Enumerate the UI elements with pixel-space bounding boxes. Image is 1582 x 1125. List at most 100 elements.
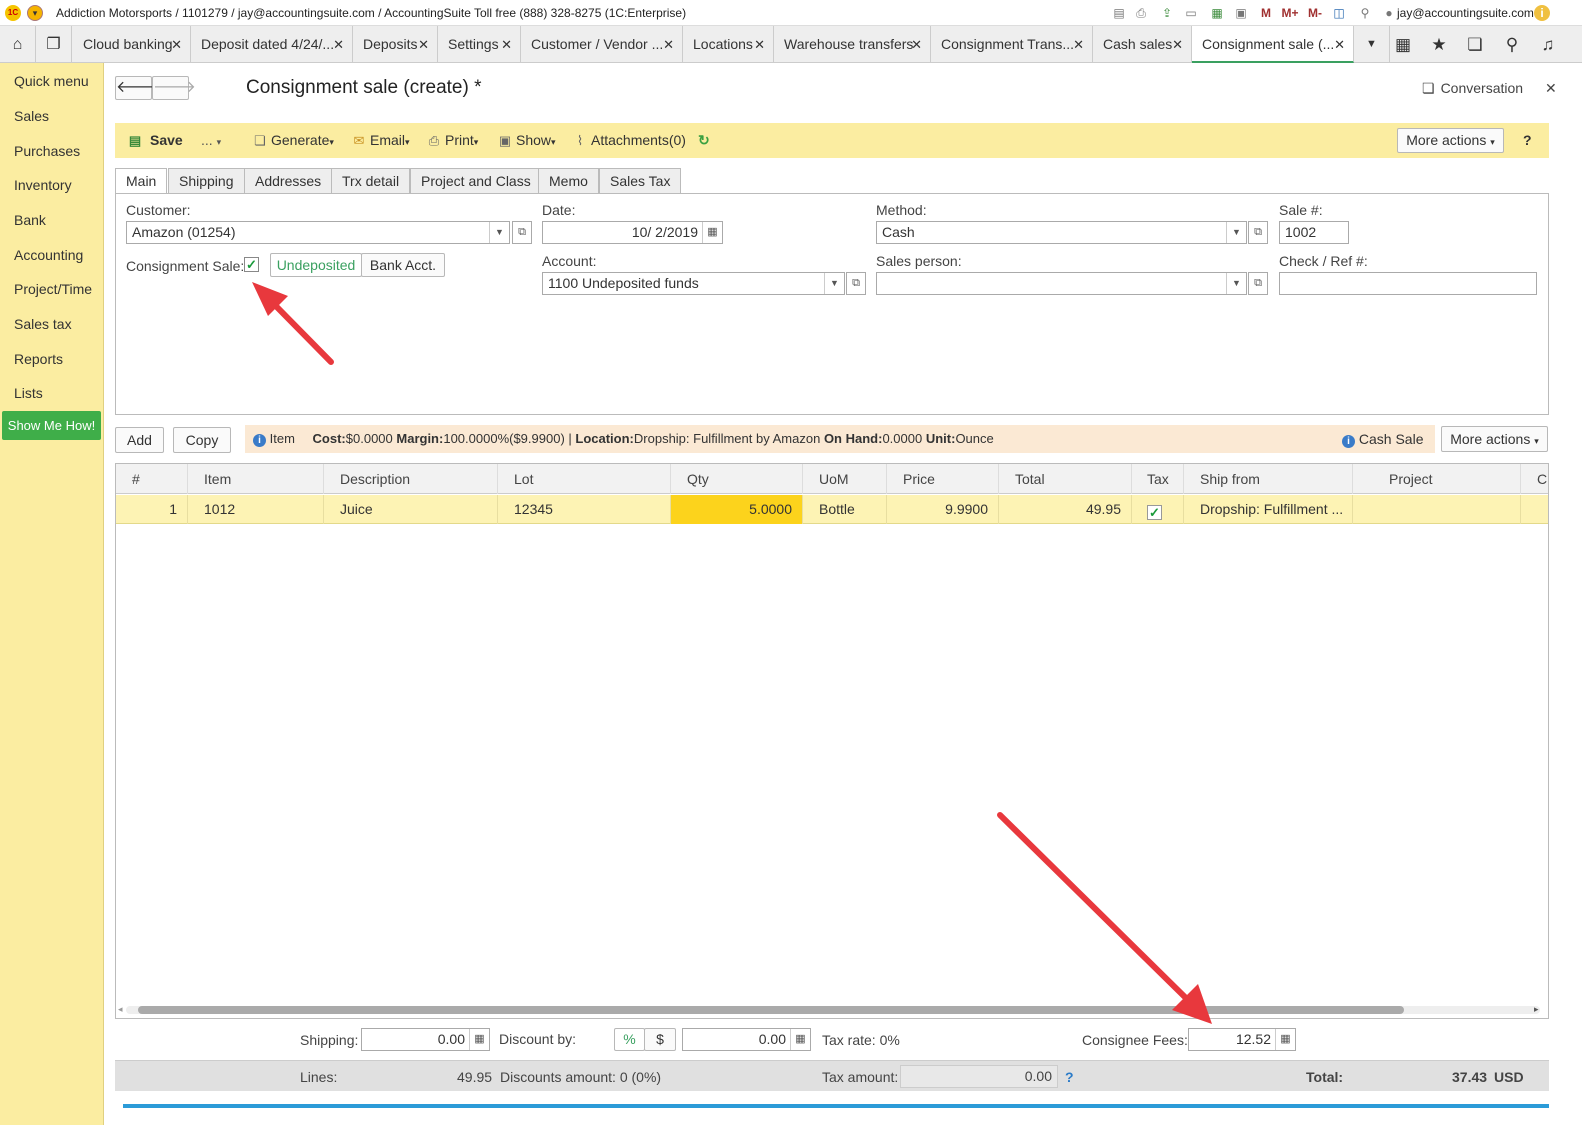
tab-warehouse-transfers[interactable]: Warehouse transfers ✕ xyxy=(774,26,931,63)
horizontal-scrollbar[interactable] xyxy=(126,1006,1540,1014)
conversation-button[interactable]: ❏ Conversation xyxy=(1422,80,1523,97)
sidebar-item-quick-menu[interactable]: Quick menu xyxy=(14,73,89,89)
chevron-down-icon[interactable]: ▼ xyxy=(1226,222,1246,243)
col-item[interactable]: Item xyxy=(188,464,324,494)
back-arrow-icon[interactable]: 🡐 xyxy=(115,76,159,100)
close-icon[interactable]: ✕ xyxy=(171,26,182,63)
tab-consignment-sale[interactable]: Consignment sale (... ✕ xyxy=(1192,26,1354,63)
sidebar-item-sales-tax[interactable]: Sales tax xyxy=(14,316,72,332)
generate-button[interactable]: ❏ Generate▾ xyxy=(252,132,334,149)
memory-mminus-button[interactable]: M- xyxy=(1305,5,1325,21)
cell-project[interactable] xyxy=(1353,495,1521,524)
tax-checkbox[interactable]: ✓ xyxy=(1147,505,1162,520)
cell-c[interactable] xyxy=(1521,495,1548,524)
tab-project-and-class[interactable]: Project and Class xyxy=(410,168,542,194)
chevron-down-icon[interactable]: ▼ xyxy=(489,222,509,243)
cell-description[interactable]: Juice xyxy=(324,495,498,524)
cell-ship-from[interactable]: Dropship: Fulfillment ... xyxy=(1184,495,1353,524)
attachments-button[interactable]: ⌇ Attachments(0) xyxy=(572,132,686,149)
close-icon[interactable]: ✕ xyxy=(1172,26,1183,63)
open-method-icon[interactable]: ⧉ xyxy=(1248,221,1268,244)
tab-memo[interactable]: Memo xyxy=(538,168,599,194)
undeposited-toggle[interactable]: Undeposited xyxy=(270,253,362,277)
email-button[interactable]: ✉ Email▾ xyxy=(351,132,410,149)
bank-acct-toggle[interactable]: Bank Acct. xyxy=(361,253,445,277)
tab-customer-vendor[interactable]: Customer / Vendor ... ✕ xyxy=(521,26,683,63)
col-project[interactable]: Project xyxy=(1353,464,1521,494)
chevron-down-icon[interactable]: ▼ xyxy=(824,273,844,294)
tax-help-icon[interactable]: ? xyxy=(1065,1069,1074,1085)
sidebar-item-reports[interactable]: Reports xyxy=(14,351,63,367)
windows-icon[interactable]: ❐ xyxy=(36,26,72,63)
home-icon[interactable]: ⌂ xyxy=(0,26,36,63)
main-menu-icon[interactable]: ▾ xyxy=(27,5,43,21)
method-field[interactable]: Cash ▼ xyxy=(876,221,1247,244)
col-c[interactable]: C xyxy=(1521,464,1548,494)
help-button[interactable]: ? xyxy=(1523,132,1532,148)
cell-total[interactable]: 49.95 xyxy=(999,495,1132,524)
col-ship-from[interactable]: Ship from xyxy=(1184,464,1353,494)
consignment-sale-checkbox[interactable]: ✓ xyxy=(244,257,259,272)
tab-sales-tax[interactable]: Sales Tax xyxy=(599,168,682,194)
close-icon[interactable]: ✕ xyxy=(1334,26,1345,61)
save-button[interactable]: ▤ Save xyxy=(127,132,183,149)
info-icon[interactable]: i xyxy=(1534,5,1550,21)
calculator-icon[interactable]: ▦ xyxy=(469,1029,489,1050)
sale-number-field[interactable]: 1002 xyxy=(1279,221,1349,244)
tab-deposits[interactable]: Deposits ✕ xyxy=(353,26,438,63)
discount-dollar-toggle[interactable]: $ xyxy=(644,1028,676,1051)
check-ref-field[interactable] xyxy=(1279,272,1537,295)
cell-qty[interactable]: 5.0000 xyxy=(671,495,803,524)
date-field[interactable]: 10/ 2/2019 ▦ xyxy=(542,221,723,244)
show-button[interactable]: ▣ Show▾ xyxy=(497,132,556,149)
close-icon[interactable]: ✕ xyxy=(501,26,512,63)
tab-shipping[interactable]: Shipping xyxy=(168,168,245,194)
tab-consignment-trans[interactable]: Consignment Trans... ✕ xyxy=(931,26,1093,63)
cell-tax[interactable]: ✓ xyxy=(1132,495,1184,524)
calculator-icon[interactable]: ▦ xyxy=(1275,1029,1295,1050)
calendar-icon[interactable]: ▣ xyxy=(1233,5,1249,21)
apps-grid-icon[interactable]: ▦ xyxy=(1385,26,1421,63)
window-icon[interactable]: ◫ xyxy=(1331,5,1347,21)
account-field[interactable]: 1100 Undeposited funds ▼ xyxy=(542,272,845,295)
sidebar-item-sales[interactable]: Sales xyxy=(14,108,49,124)
table-row[interactable]: 1 1012 Juice 12345 5.0000 Bottle 9.9900 … xyxy=(116,495,1548,524)
calculator-icon[interactable]: ▦ xyxy=(790,1029,810,1050)
sidebar-item-lists[interactable]: Lists xyxy=(14,385,43,401)
tab-addresses[interactable]: Addresses xyxy=(244,168,333,194)
memory-mplus-button[interactable]: M+ xyxy=(1280,5,1300,21)
calculator-icon[interactable]: ▦ xyxy=(1209,5,1225,21)
shipping-field[interactable]: 0.00 ▦ xyxy=(361,1028,490,1051)
sidebar-item-accounting[interactable]: Accounting xyxy=(14,247,83,263)
tab-cloud-banking[interactable]: Cloud banking ✕ xyxy=(73,26,191,63)
col-description[interactable]: Description xyxy=(324,464,498,494)
lines-more-actions-button[interactable]: More actions ▾ xyxy=(1441,426,1548,452)
close-icon[interactable]: ✕ xyxy=(1073,26,1084,63)
tab-trx-detail[interactable]: Trx detail xyxy=(331,168,411,194)
close-icon[interactable]: ✕ xyxy=(333,26,344,63)
save-icon[interactable]: ▤ xyxy=(1111,5,1127,21)
consignee-fees-field[interactable]: 12.52 ▦ xyxy=(1188,1028,1296,1051)
add-line-button[interactable]: Add xyxy=(115,427,164,453)
sidebar-item-project-time[interactable]: Project/Time xyxy=(14,281,92,297)
open-customer-icon[interactable]: ⧉ xyxy=(512,221,532,244)
sidebar-item-inventory[interactable]: Inventory xyxy=(14,177,72,193)
col-tax[interactable]: Tax xyxy=(1132,464,1184,494)
close-form-icon[interactable]: ✕ xyxy=(1545,80,1557,97)
print-icon[interactable]: ⎙ xyxy=(1133,5,1149,21)
col-lot[interactable]: Lot xyxy=(498,464,671,494)
calendar-icon[interactable]: ▦ xyxy=(702,222,722,243)
current-user[interactable]: jay@accountingsuite.com xyxy=(1397,6,1534,20)
more-actions-button[interactable]: More actions ▾ xyxy=(1397,128,1504,153)
scrollbar-thumb[interactable] xyxy=(138,1006,1404,1014)
col-number[interactable]: # xyxy=(116,464,188,494)
star-icon[interactable]: ★ xyxy=(1421,26,1457,63)
col-qty[interactable]: Qty xyxy=(671,464,803,494)
discount-field[interactable]: 0.00 ▦ xyxy=(682,1028,811,1051)
cell-item[interactable]: 1012 xyxy=(188,495,324,524)
cell-lot[interactable]: 12345 xyxy=(498,495,671,524)
scroll-right-icon[interactable]: ▸ xyxy=(1534,1004,1539,1015)
copy-line-button[interactable]: Copy xyxy=(173,427,231,453)
cash-sale-link[interactable]: i Cash Sale xyxy=(1342,431,1423,448)
memory-m-button[interactable]: M xyxy=(1258,5,1274,21)
